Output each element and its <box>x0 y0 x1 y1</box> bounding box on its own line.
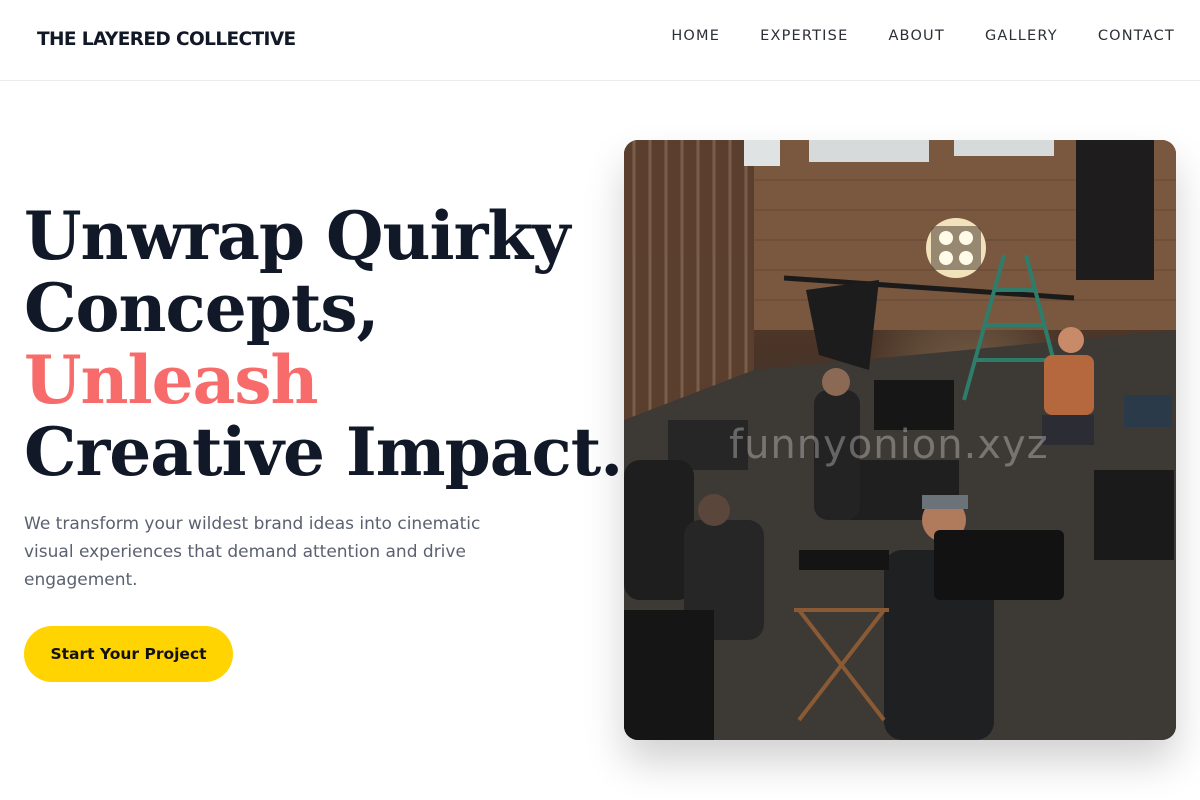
hero-subtitle: We transform your wildest brand ideas in… <box>24 514 481 590</box>
hero-title-line-1: Unwrap Quirky <box>24 197 570 275</box>
nav-about[interactable]: ABOUT <box>888 28 945 44</box>
brand-logo[interactable]: THE LAYERED COLLECTIVE <box>37 29 296 50</box>
nav-contact[interactable]: CONTACT <box>1098 28 1175 44</box>
hero-title-line-2: Concepts, <box>24 269 379 347</box>
nav-expertise[interactable]: EXPERTISE <box>760 28 848 44</box>
hero-title: Unwrap Quirky Concepts, Unleash Creative… <box>24 197 623 491</box>
main-nav: HOME EXPERTISE ABOUT GALLERY CONTACT <box>671 28 1175 44</box>
nav-home[interactable]: HOME <box>671 28 720 44</box>
nav-gallery[interactable]: GALLERY <box>985 28 1058 44</box>
start-project-button[interactable]: Start Your Project <box>24 626 233 682</box>
site-header: THE LAYERED COLLECTIVE HOME EXPERTISE AB… <box>0 0 1200 81</box>
image-watermark: funnyonion.xyz <box>729 422 1049 468</box>
hero-image: funnyonion.xyz <box>624 140 1176 740</box>
hero-title-accent: Unleash <box>24 341 319 419</box>
hero-title-line-4: Creative Impact. <box>24 413 623 491</box>
